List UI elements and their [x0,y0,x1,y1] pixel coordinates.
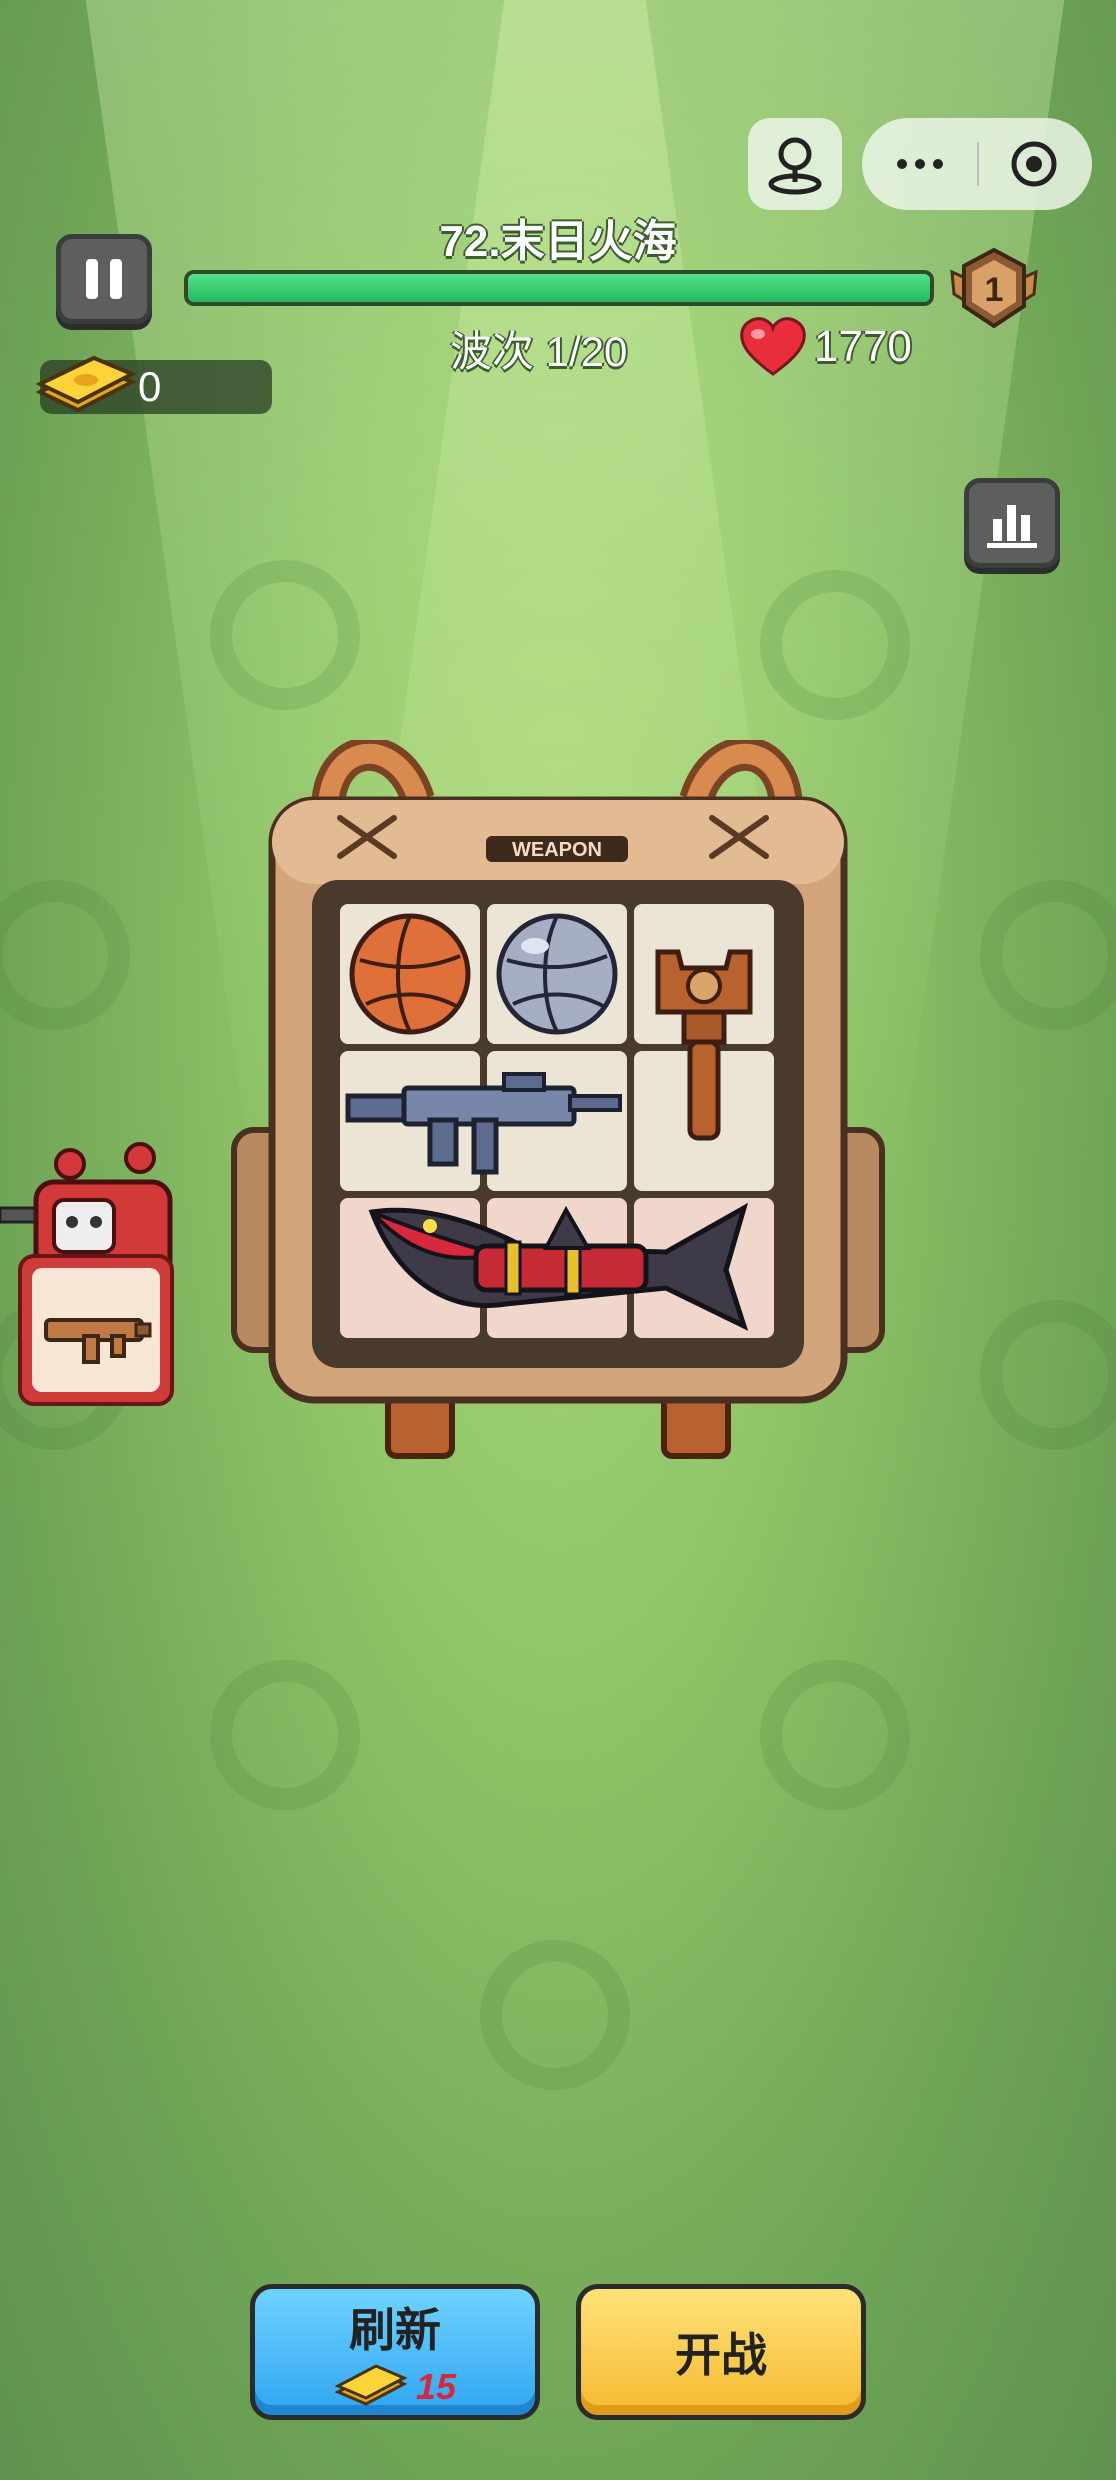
rank-badge: 1 [946,246,1042,332]
shark-launcher-item[interactable] [366,1196,750,1340]
background-pattern [0,880,130,1030]
background-pattern [760,570,910,720]
refresh-button[interactable]: 刷新 15 [250,2284,540,2420]
heart-icon [740,317,806,376]
joystick-button[interactable] [748,118,842,210]
background-pattern [210,560,360,710]
gold-value: 0 [138,363,162,410]
steel-ball-item[interactable] [493,910,621,1038]
smg-icon [44,1318,152,1364]
stats-button[interactable] [964,478,1060,568]
health-value: 1770 [814,322,912,371]
background-pattern [760,1660,910,1810]
health-display: 1770 [738,316,912,378]
assault-rifle-item[interactable] [344,1060,626,1180]
wave-counter: 波次 1/20 [450,328,628,375]
side-item-slot[interactable] [18,1254,174,1406]
close-miniprogram-icon[interactable] [1011,141,1057,187]
more-icon[interactable] [897,159,943,169]
background-pattern [980,880,1116,1030]
refresh-cost: 15 [334,2364,456,2410]
gold-cash-icon [35,355,137,413]
refresh-label: 刷新 [349,2304,441,2356]
rank-badge-value: 1 [985,271,1004,309]
background-pattern [480,1940,630,2090]
basketball-item[interactable] [346,910,474,1038]
wooden-club-item[interactable] [648,940,760,1148]
wave-progress-fill [188,274,930,302]
start-battle-label: 开战 [675,2329,767,2381]
refresh-cost-value: 15 [415,2366,457,2407]
start-battle-button[interactable]: 开战 [576,2284,866,2420]
background-pattern [210,1660,360,1810]
background-pattern [980,1300,1116,1450]
joystick-icon [768,137,822,195]
bar-chart-icon [987,505,1037,548]
capsule-menu [862,118,1092,210]
wave-progress-bar [184,270,934,306]
weapon-tag-label: WEAPON [512,839,602,861]
gold-cash-icon [334,2364,408,2406]
